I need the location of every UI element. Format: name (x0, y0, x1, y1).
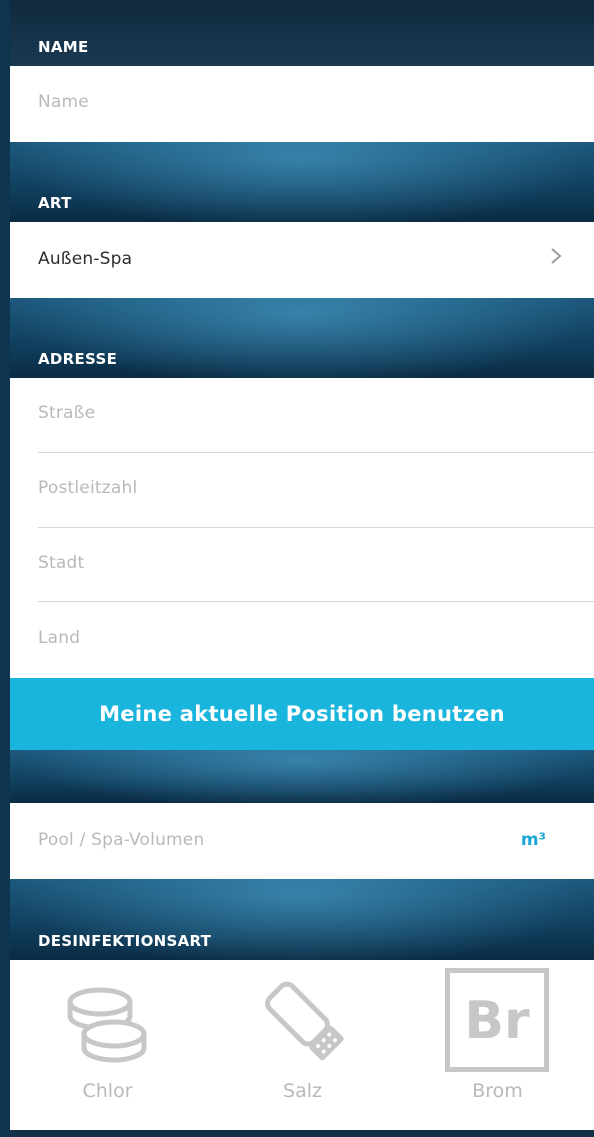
option-label-chlor: Chlor (82, 1080, 133, 1102)
divider (38, 601, 594, 602)
volume-input[interactable]: Pool / Spa-Volumen (38, 830, 204, 850)
type-selector-row[interactable]: Außen-Spa (10, 222, 594, 298)
volume-unit-label: m³ (520, 830, 546, 850)
section-title-desinfektion: DESINFEKTIONSART (38, 932, 212, 950)
disinfection-option-chlor[interactable]: Chlor (10, 960, 205, 1137)
section-title-name: NAME (38, 38, 89, 56)
section-title-art: ART (38, 194, 72, 212)
section-header-desinfektion: DESINFEKTIONSART (10, 879, 594, 960)
section-spacer-band (10, 750, 594, 803)
spa-settings-form: NAME Name ART Außen-Spa ADRESSE Straße P… (10, 0, 594, 1137)
disinfection-option-salz[interactable]: Salz (205, 960, 400, 1137)
disinfection-option-brom[interactable]: Br Brom (400, 960, 594, 1137)
use-current-location-button[interactable]: Meine aktuelle Position benutzen (10, 678, 594, 750)
section-header-art: ART (10, 142, 594, 222)
chlorine-tablets-icon (67, 987, 147, 1063)
name-row: Name (10, 66, 594, 142)
bottom-band (10, 1130, 594, 1137)
chevron-right-icon (551, 248, 562, 264)
section-header-adresse: ADRESSE (10, 298, 594, 378)
divider (38, 527, 594, 528)
divider (38, 452, 594, 453)
city-input[interactable]: Stadt (38, 553, 566, 573)
type-value: Außen-Spa (38, 249, 133, 269)
country-input[interactable]: Land (38, 628, 566, 648)
street-input[interactable]: Straße (38, 403, 566, 423)
bromine-element-icon: Br (445, 968, 549, 1072)
section-header-name: NAME (10, 0, 594, 66)
name-input[interactable]: Name (38, 92, 566, 112)
postal-code-input[interactable]: Postleitzahl (38, 478, 566, 498)
option-label-brom: Brom (472, 1080, 523, 1102)
section-title-adresse: ADRESSE (38, 350, 118, 368)
salt-shaker-icon (265, 981, 344, 1061)
option-label-salz: Salz (283, 1080, 322, 1102)
address-fields: Straße Postleitzahl Stadt Land (10, 378, 594, 678)
volume-row: Pool / Spa-Volumen m³ (10, 803, 594, 879)
